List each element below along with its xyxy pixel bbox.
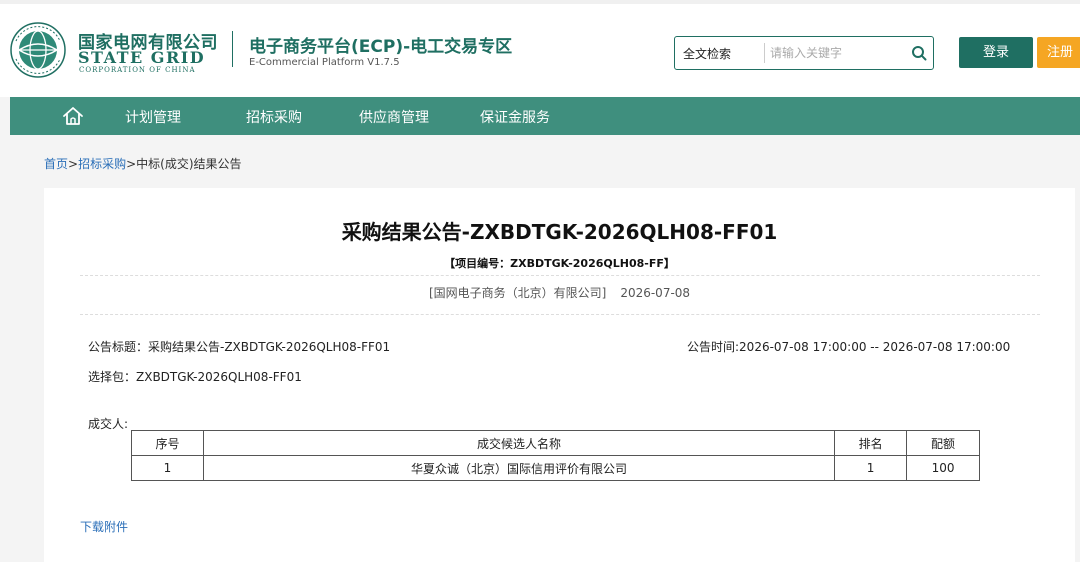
cell-index: 1: [131, 455, 204, 481]
publish-date: 2026-07-08: [620, 286, 691, 300]
breadcrumb-current: >中标(成交)结果公告: [126, 157, 242, 171]
breadcrumb-home-link[interactable]: 首页: [44, 157, 68, 171]
nav-item-plan-management[interactable]: 计划管理: [125, 107, 181, 127]
download-attachment-link[interactable]: 下载附件: [80, 518, 128, 535]
breadcrumb-procurement-link[interactable]: 招标采购: [78, 157, 126, 171]
nav-item-procurement[interactable]: 招标采购: [246, 107, 302, 127]
cell-quota: 100: [906, 455, 980, 481]
notice-subject: 公告标题：采购结果公告-ZXBDTGK-2026QLH08-FF01: [88, 340, 391, 354]
logo-divider: [232, 31, 233, 67]
col-header-candidate: 成交候选人名称: [202, 430, 836, 456]
platform-version: E-Commercial Platform V1.7.5: [249, 57, 400, 68]
col-header-rank: 排名: [834, 430, 908, 456]
search-scope-label[interactable]: 全文检索: [683, 45, 731, 62]
selected-package: 选择包：ZXBDTGK-2026QLH08-FF01: [88, 370, 302, 384]
login-button[interactable]: 登录: [959, 37, 1033, 68]
breadcrumb: 首页>招标采购>中标(成交)结果公告: [44, 155, 242, 172]
col-header-index: 序号: [131, 430, 204, 456]
cell-candidate: 华夏众诚（北京）国际信用评价有限公司: [202, 455, 836, 481]
nav-item-supplier-management[interactable]: 供应商管理: [359, 107, 429, 127]
notice-time: 公告时间:2026-07-08 17:00:00 -- 2026-07-08 1…: [687, 340, 1011, 354]
notice-title: 采购结果公告-ZXBDTGK-2026QLH08-FF01: [341, 220, 778, 244]
site-header: 国家电网有限公司 STATE GRID CORPORATION OF CHINA…: [0, 0, 1080, 97]
award-table: 序号 成交候选人名称 排名 配额 1 华夏众诚（北京）国际信用评价有限公司 1 …: [131, 430, 980, 481]
search-input[interactable]: [770, 42, 900, 64]
platform-title: 电子商务平台(ECP)-电工交易专区: [249, 37, 513, 57]
register-button[interactable]: 注册: [1037, 37, 1080, 68]
winner-label: 成交人:: [88, 417, 129, 431]
col-header-quota: 配额: [906, 430, 980, 456]
table-row: 1 华夏众诚（北京）国际信用评价有限公司 1 100: [131, 455, 980, 481]
home-icon[interactable]: [62, 105, 84, 127]
table-header-row: 序号 成交候选人名称 排名 配额: [131, 430, 980, 456]
publisher: [国网电子商务（北京）有限公司]: [428, 286, 607, 300]
cell-rank: 1: [834, 455, 908, 481]
state-grid-globe-icon: [10, 22, 66, 78]
divider: [80, 314, 1040, 315]
brand-name-en: STATE GRID: [78, 48, 206, 67]
top-strip: [0, 0, 1080, 4]
publish-info: [国网电子商务（北京）有限公司] 2026-07-08: [44, 284, 1075, 301]
nav-item-deposit-service[interactable]: 保证金服务: [480, 107, 550, 127]
breadcrumb-separator: >: [68, 157, 79, 171]
project-number: 【项目编号：ZXBDTGK-2026QLH08-FF】: [444, 257, 675, 270]
search-icon[interactable]: [911, 45, 927, 61]
main-nav: 计划管理 招标采购 供应商管理 保证金服务: [10, 97, 1080, 135]
search-divider: [764, 43, 765, 63]
search-box: 全文检索: [674, 36, 934, 70]
notice-card: 采购结果公告-ZXBDTGK-2026QLH08-FF01 【项目编号：ZXBD…: [44, 188, 1075, 562]
brand-corporation: CORPORATION OF CHINA: [79, 66, 196, 74]
divider: [80, 275, 1040, 276]
